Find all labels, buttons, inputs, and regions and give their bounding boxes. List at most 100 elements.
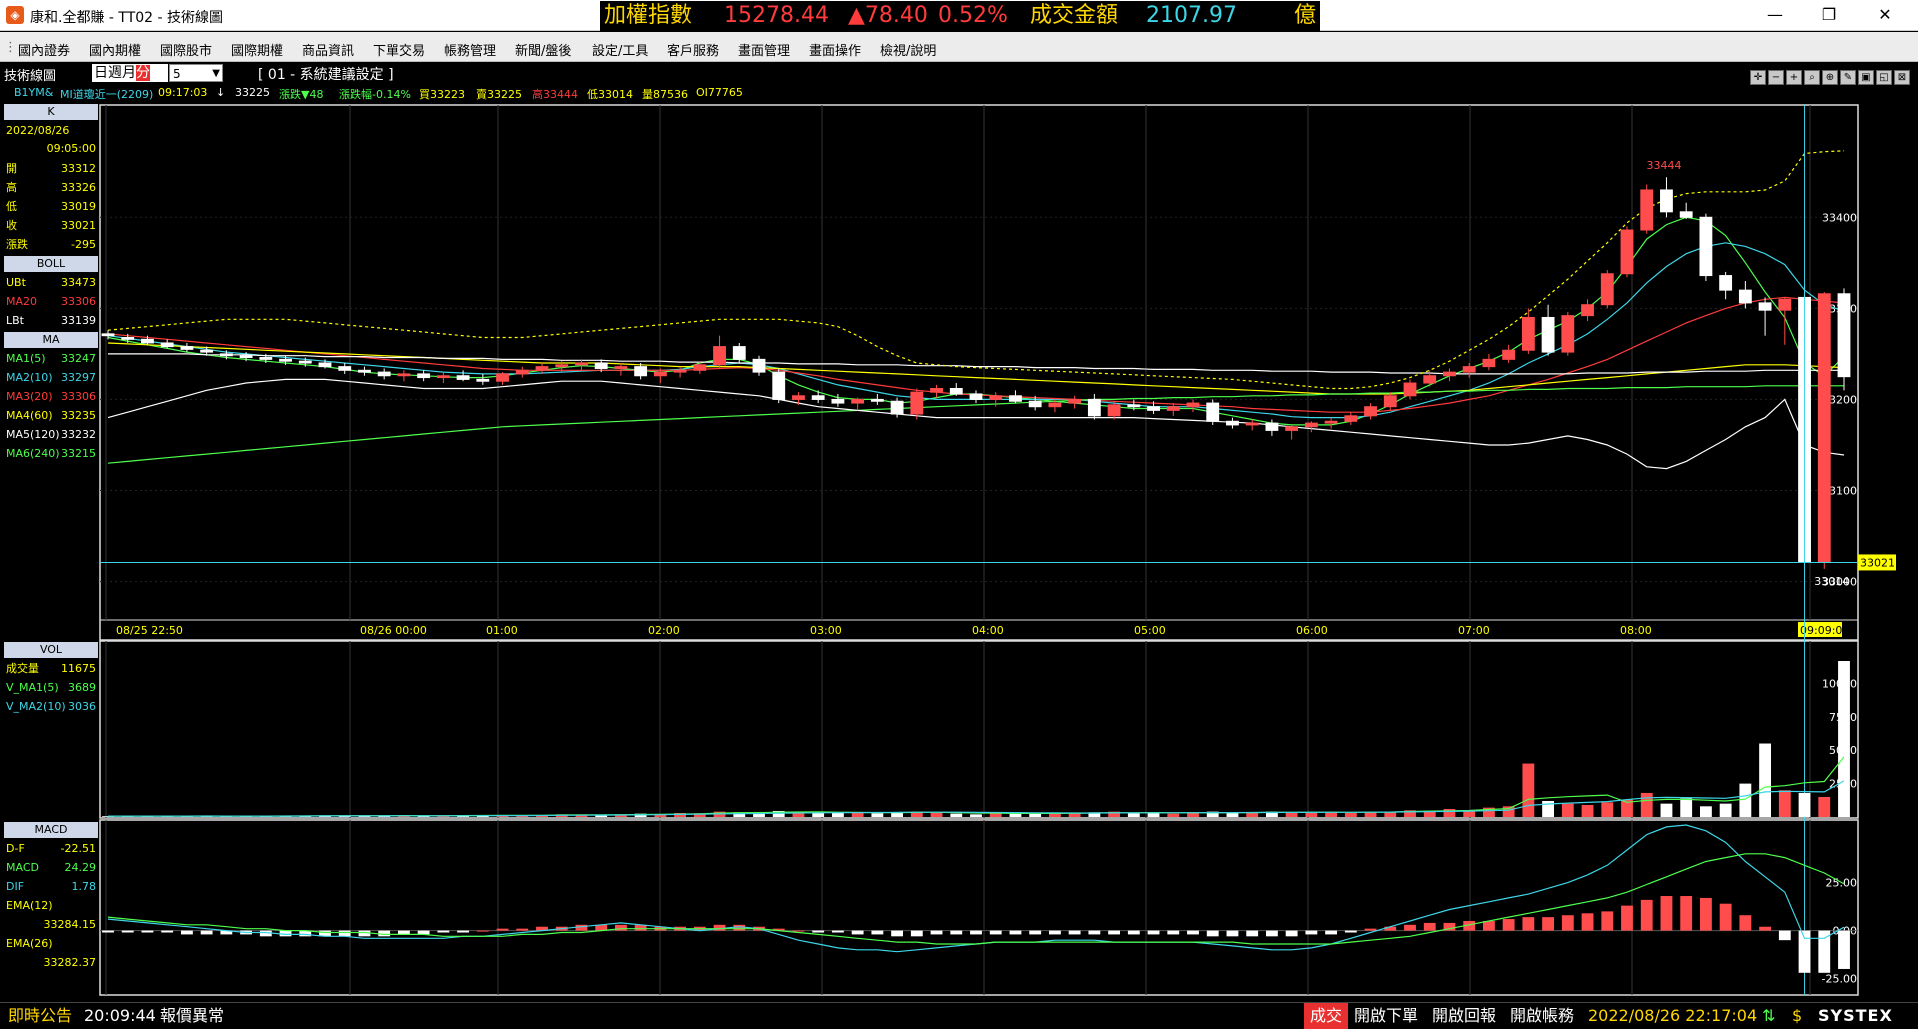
candle-body — [1423, 375, 1437, 384]
candle-body — [259, 357, 273, 360]
trade-button[interactable]: 成交 — [1304, 1003, 1349, 1029]
candle-body — [555, 364, 569, 368]
candle-body — [870, 398, 884, 402]
macd-osc-bar — [1680, 896, 1693, 931]
notice-time: 20:09:44 — [84, 1006, 156, 1025]
open-report-button[interactable]: 開啟回報 — [1432, 1003, 1496, 1029]
macd-osc-bar — [1127, 930, 1140, 935]
candle-body — [653, 371, 667, 377]
candle-body — [1344, 415, 1358, 422]
open-account-button[interactable]: 開啟帳務 — [1510, 1003, 1574, 1029]
candle-body — [1245, 422, 1259, 426]
macd-osc-bar — [1561, 915, 1574, 931]
macd-osc-bar — [1285, 930, 1298, 937]
candle-body — [1521, 316, 1535, 351]
macd-osc-bar — [1601, 911, 1614, 931]
volume-bar — [1601, 802, 1614, 817]
candle-body — [1265, 422, 1279, 431]
macd-axis-label: -25.00 — [1822, 973, 1857, 986]
candle-body — [121, 337, 135, 340]
candle-body — [515, 369, 529, 375]
volume-bar — [1502, 806, 1515, 817]
volume-bar — [970, 814, 982, 817]
candle-body — [1600, 273, 1614, 306]
candle-body — [1699, 216, 1713, 277]
volume-bar — [1344, 812, 1357, 817]
last-price-label: 33021 — [1860, 556, 1895, 569]
candle-body — [989, 395, 1003, 400]
notice-message: 報價異常 — [160, 1006, 225, 1025]
macd-osc-bar — [102, 930, 114, 933]
candle-body — [1087, 398, 1101, 417]
macd-osc-bar — [496, 928, 509, 931]
candle-body — [1186, 402, 1200, 408]
candle-body — [436, 375, 450, 379]
series-line-ma460 — [107, 342, 1845, 395]
series-line-ubt — [107, 150, 1845, 390]
candle-body — [1541, 316, 1555, 353]
macd-osc-bar — [1206, 930, 1219, 937]
time-axis-label: 08:00 — [1620, 624, 1652, 637]
macd-osc-bar — [831, 930, 844, 933]
macd-osc-bar — [1265, 930, 1278, 937]
macd-osc-bar — [1522, 917, 1535, 931]
price-axis-label: 33400 — [1822, 211, 1857, 224]
macd-osc-bar — [1660, 896, 1673, 931]
volume-pane-border — [99, 640, 1859, 819]
macd-osc-bar — [891, 930, 904, 937]
macd-osc-bar — [1344, 930, 1357, 933]
candle-body — [476, 378, 490, 382]
candle-body — [732, 346, 746, 360]
macd-osc-bar — [1187, 930, 1199, 935]
candle-body — [693, 364, 707, 371]
macd-osc-bar — [871, 930, 884, 935]
macd-osc-bar — [1009, 930, 1022, 935]
macd-osc-bar — [1029, 930, 1042, 935]
volume-bar — [1739, 783, 1752, 817]
candle-body — [1482, 358, 1496, 368]
candle-body — [851, 398, 865, 404]
open-order-button[interactable]: 開啟下單 — [1354, 1003, 1418, 1029]
candle-body — [1640, 189, 1654, 231]
macd-osc-bar — [1305, 930, 1318, 935]
macd-osc-bar — [1502, 919, 1515, 931]
signal-icon: ⇅ — [1762, 1006, 1776, 1025]
candle-body — [279, 358, 292, 362]
macd-osc-bar — [1739, 915, 1752, 931]
volume-bar — [831, 812, 844, 817]
candle-body — [338, 366, 352, 371]
candle-body — [673, 369, 687, 373]
macd-osc-bar — [121, 930, 134, 933]
candle-body — [713, 346, 726, 366]
candle-body — [1679, 211, 1693, 218]
volume-bar — [1522, 763, 1535, 817]
volume-bar — [1660, 803, 1673, 817]
candle-body — [141, 338, 154, 344]
macd-osc-bar — [437, 930, 450, 933]
macd-osc-bar — [970, 930, 982, 935]
candle-body — [377, 371, 391, 377]
candle-body — [930, 388, 943, 393]
macd-osc-bar — [1167, 930, 1180, 935]
macd-osc-bar — [1778, 930, 1791, 941]
candle-body — [752, 358, 766, 373]
macd-osc-bar — [1088, 930, 1101, 935]
volume-bar — [1285, 812, 1298, 817]
candle-body — [1127, 404, 1141, 408]
time-axis-label: 09:09:05 — [1800, 624, 1849, 637]
time-axis-label: 05:00 — [1134, 624, 1166, 637]
candle-body — [1107, 404, 1121, 417]
candle-body — [1758, 302, 1772, 311]
candle-body — [200, 349, 214, 353]
candle-body — [219, 353, 233, 357]
volume-bar — [1699, 806, 1712, 817]
macd-osc-bar — [338, 930, 351, 937]
macd-osc-bar — [1818, 930, 1831, 973]
macd-osc-bar — [1423, 922, 1436, 931]
candle-body — [1147, 406, 1160, 411]
high-price-label: 33444 — [1646, 159, 1681, 172]
notice-label[interactable]: 即時公告 — [8, 1003, 72, 1029]
chart-area[interactable]: 08/25 22:50 08/26 00:00 01:00 02:00 03:00 04:… — [0, 0, 1918, 1000]
volume-bar — [1640, 792, 1653, 817]
macd-osc-bar — [1246, 930, 1259, 937]
